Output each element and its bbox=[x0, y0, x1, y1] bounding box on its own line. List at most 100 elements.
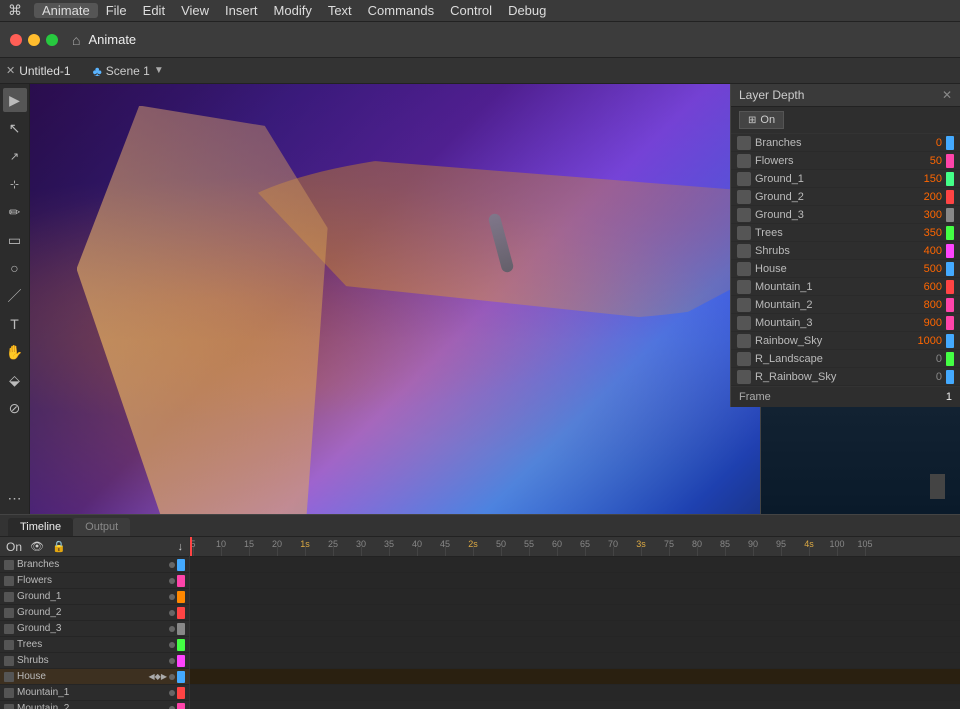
layer-color-bar bbox=[946, 334, 954, 348]
layer-icon bbox=[737, 208, 751, 222]
menu-commands[interactable]: Commands bbox=[360, 3, 442, 18]
hand-tool[interactable]: ✋ bbox=[3, 340, 27, 364]
layer-row[interactable]: R_Landscape 0 bbox=[731, 350, 960, 368]
layer-icon bbox=[737, 262, 751, 276]
tl-layer-row[interactable]: Flowers bbox=[0, 573, 189, 589]
menu-edit[interactable]: Edit bbox=[135, 3, 173, 18]
track-row[interactable] bbox=[190, 573, 960, 589]
tl-layer-row[interactable]: Mountain_2 bbox=[0, 701, 189, 709]
layer-row[interactable]: Mountain_1 600 bbox=[731, 278, 960, 296]
track-row[interactable] bbox=[190, 701, 960, 709]
close-button[interactable] bbox=[10, 34, 22, 46]
track-row[interactable] bbox=[190, 621, 960, 637]
track-rows bbox=[190, 557, 960, 709]
tl-layer-icon bbox=[4, 592, 14, 602]
minimize-button[interactable] bbox=[28, 34, 40, 46]
tl-layer-controls bbox=[169, 559, 185, 571]
tl-layer-row[interactable]: Trees bbox=[0, 637, 189, 653]
insert-layer-icon[interactable]: ↓ bbox=[178, 541, 184, 553]
more-tools[interactable]: ⋯ bbox=[3, 486, 27, 510]
track-row[interactable] bbox=[190, 653, 960, 669]
tl-layer-row[interactable]: Ground_2 bbox=[0, 605, 189, 621]
lock-icon[interactable]: 🔒 bbox=[52, 540, 66, 553]
document-tab[interactable]: Untitled-1 bbox=[19, 64, 70, 78]
menu-debug[interactable]: Debug bbox=[500, 3, 554, 18]
tl-layer-row[interactable]: Mountain_1 bbox=[0, 685, 189, 701]
panel-close-icon[interactable]: ✕ bbox=[942, 88, 952, 102]
canvas-area[interactable]: Layer Depth ✕ ⊞ On Branches 0 Flowers 50… bbox=[30, 84, 960, 514]
layer-list: Branches 0 Flowers 50 Ground_1 150 Groun… bbox=[731, 134, 960, 386]
arrow-tool[interactable]: ↖ bbox=[3, 116, 27, 140]
track-row[interactable] bbox=[190, 557, 960, 573]
keyframe-indicator bbox=[169, 642, 175, 648]
layer-row[interactable]: Flowers 50 bbox=[731, 152, 960, 170]
track-row[interactable] bbox=[190, 685, 960, 701]
layer-row[interactable]: Trees 350 bbox=[731, 224, 960, 242]
layer-row[interactable]: Mountain_2 800 bbox=[731, 296, 960, 314]
tl-layer-name: Ground_3 bbox=[17, 623, 169, 634]
toggle-label: On bbox=[760, 114, 775, 126]
tl-layer-name: Mountain_2 bbox=[17, 703, 169, 709]
menu-view[interactable]: View bbox=[173, 3, 217, 18]
layer-row[interactable]: Rainbow_Sky 1000 bbox=[731, 332, 960, 350]
layer-row[interactable]: Ground_1 150 bbox=[731, 170, 960, 188]
pen-tool[interactable]: ✏ bbox=[3, 200, 27, 224]
track-row[interactable] bbox=[190, 669, 960, 685]
keyframe-indicator bbox=[169, 674, 175, 680]
layer-row[interactable]: Ground_2 200 bbox=[731, 188, 960, 206]
eraser-tool[interactable]: ⊘ bbox=[3, 396, 27, 420]
tl-layer-row[interactable]: Ground_1 bbox=[0, 589, 189, 605]
layer-row[interactable]: House 500 bbox=[731, 260, 960, 278]
timeline-content: On 👁 🔒 ↓ Branches Flowers Ground_1 bbox=[0, 537, 960, 709]
keyframe-indicator bbox=[169, 610, 175, 616]
home-icon[interactable]: ⌂ bbox=[72, 32, 80, 48]
rectangle-tool[interactable]: ▭ bbox=[3, 228, 27, 252]
layer-color-bar bbox=[946, 190, 954, 204]
subselect-tool[interactable]: ↗ bbox=[3, 144, 27, 168]
menu-text[interactable]: Text bbox=[320, 3, 360, 18]
tab-output[interactable]: Output bbox=[73, 518, 130, 536]
ruler-mark: 50 bbox=[496, 539, 506, 549]
layer-icon bbox=[737, 136, 751, 150]
tl-layer-row[interactable]: House ◀◆▶ bbox=[0, 669, 189, 685]
layer-color-bar bbox=[946, 154, 954, 168]
tab-timeline[interactable]: Timeline bbox=[8, 518, 73, 536]
layer-row[interactable]: Ground_3 300 bbox=[731, 206, 960, 224]
tl-layer-row[interactable]: Ground_3 bbox=[0, 621, 189, 637]
select-tool[interactable]: ▶ bbox=[3, 88, 27, 112]
toggle-on-button[interactable]: ⊞ On bbox=[739, 111, 784, 129]
line-tool[interactable]: ／ bbox=[3, 284, 27, 308]
track-row[interactable] bbox=[190, 589, 960, 605]
track-row[interactable] bbox=[190, 605, 960, 621]
menu-animate[interactable]: Animate bbox=[34, 3, 98, 18]
layer-row[interactable]: R_Rainbow_Sky 0 bbox=[731, 368, 960, 386]
text-tool[interactable]: T bbox=[3, 312, 27, 336]
eye-icon[interactable]: 👁 bbox=[30, 540, 44, 553]
ruler-mark: 1s bbox=[300, 539, 310, 549]
oval-tool[interactable]: ○ bbox=[3, 256, 27, 280]
track-row[interactable] bbox=[190, 637, 960, 653]
ruler-mark: 45 bbox=[440, 539, 450, 549]
timeline-track[interactable]: 51015201s25303540452s50556065703s7580859… bbox=[190, 537, 960, 709]
menu-file[interactable]: File bbox=[98, 3, 135, 18]
tab-close-button[interactable]: ✕ bbox=[6, 64, 15, 77]
apple-icon[interactable]: ⌘ bbox=[8, 2, 22, 19]
layer-row[interactable]: Mountain_3 900 bbox=[731, 314, 960, 332]
playhead[interactable] bbox=[190, 537, 192, 556]
layer-name: Branches bbox=[755, 137, 907, 149]
layer-row[interactable]: Shrubs 400 bbox=[731, 242, 960, 260]
tl-layer-row[interactable]: Shrubs bbox=[0, 653, 189, 669]
menu-insert[interactable]: Insert bbox=[217, 3, 266, 18]
free-transform-tool[interactable]: ⊹ bbox=[3, 172, 27, 196]
layer-row[interactable]: Branches 0 bbox=[731, 134, 960, 152]
timeline-layers: On 👁 🔒 ↓ Branches Flowers Ground_1 bbox=[0, 537, 190, 709]
layer-color-block bbox=[177, 703, 185, 709]
tl-layer-row[interactable]: Branches bbox=[0, 557, 189, 573]
layer-depth-value: 50 bbox=[907, 155, 942, 167]
layer-icon bbox=[737, 298, 751, 312]
menu-control[interactable]: Control bbox=[442, 3, 500, 18]
maximize-button[interactable] bbox=[46, 34, 58, 46]
scene-dropdown-arrow[interactable]: ▼ bbox=[154, 65, 164, 76]
ink-bucket-tool[interactable]: ⬙ bbox=[3, 368, 27, 392]
menu-modify[interactable]: Modify bbox=[266, 3, 320, 18]
